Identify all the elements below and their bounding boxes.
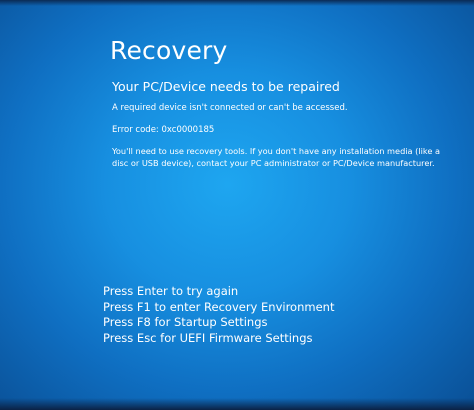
monitor-bezel-top bbox=[0, 0, 474, 6]
option-f1-recovery-environment[interactable]: Press F1 to enter Recovery Environment bbox=[103, 300, 334, 316]
page-title: Recovery bbox=[110, 36, 228, 65]
error-description: A required device isn't connected or can… bbox=[112, 103, 348, 113]
recovery-options-list: Press Enter to try again Press F1 to ent… bbox=[103, 284, 334, 346]
subtitle: Your PC/Device needs to be repaired bbox=[112, 79, 340, 94]
option-esc-uefi-settings[interactable]: Press Esc for UEFI Firmware Settings bbox=[103, 331, 334, 347]
option-f8-startup-settings[interactable]: Press F8 for Startup Settings bbox=[103, 315, 334, 331]
recovery-screen: Recovery Your PC/Device needs to be repa… bbox=[0, 0, 474, 410]
recovery-tools-message: You'll need to use recovery tools. If yo… bbox=[112, 146, 441, 168]
error-code: Error code: 0xc0000185 bbox=[112, 125, 215, 135]
monitor-bezel-bottom bbox=[0, 398, 474, 410]
option-enter-try-again[interactable]: Press Enter to try again bbox=[103, 284, 334, 300]
